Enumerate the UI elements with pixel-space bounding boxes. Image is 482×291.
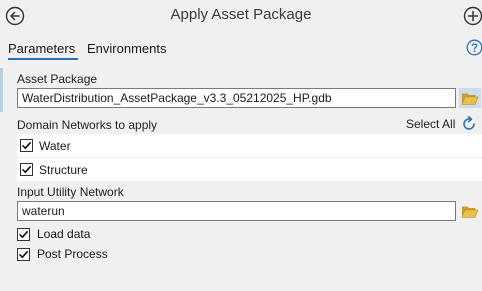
domain-network-item-structure[interactable]: Structure [17,158,482,181]
refresh-button[interactable] [460,115,478,133]
load-data-checkbox[interactable] [17,227,30,241]
domain-networks-label: Domain Networks to apply [17,118,158,132]
asset-package-label: Asset Package [17,72,98,86]
refresh-icon [463,116,475,130]
active-tab-indicator [8,58,78,60]
asset-package-input[interactable]: WaterDistribution_AssetPackage_v3.3_0521… [17,88,456,108]
domain-network-item-water[interactable]: Water [17,134,482,157]
utility-network-browse-button[interactable] [459,201,481,221]
plus-circle-icon [463,6,482,26]
load-data-option[interactable]: Load data [17,226,90,242]
asset-package-browse-button[interactable] [459,88,481,108]
folder-open-icon [461,93,479,105]
water-label: Water [39,138,71,153]
tab-environments[interactable]: Environments [87,41,166,56]
utility-network-input[interactable]: waterun [17,201,456,221]
page-title: Apply Asset Package [170,6,312,23]
utility-network-label: Input Utility Network [17,185,124,199]
folder-open-icon [461,206,479,218]
checkmark-icon [19,230,28,238]
structure-checkbox[interactable] [20,163,33,176]
water-checkbox[interactable] [20,139,33,152]
post-process-checkbox[interactable] [17,247,30,261]
question-circle-icon [466,39,482,56]
checkmark-icon [22,142,31,149]
structure-label: Structure [39,162,88,177]
checkmark-icon [19,250,28,258]
post-process-label: Post Process [37,247,108,261]
tab-parameters[interactable]: Parameters [8,41,75,56]
load-data-label: Load data [37,227,91,241]
add-button[interactable] [463,6,482,26]
checkmark-icon [22,166,31,173]
active-parameter-indicator [0,68,3,112]
help-button[interactable] [466,39,482,56]
select-all-button[interactable]: Select All [406,117,455,131]
post-process-option[interactable]: Post Process [17,246,108,262]
